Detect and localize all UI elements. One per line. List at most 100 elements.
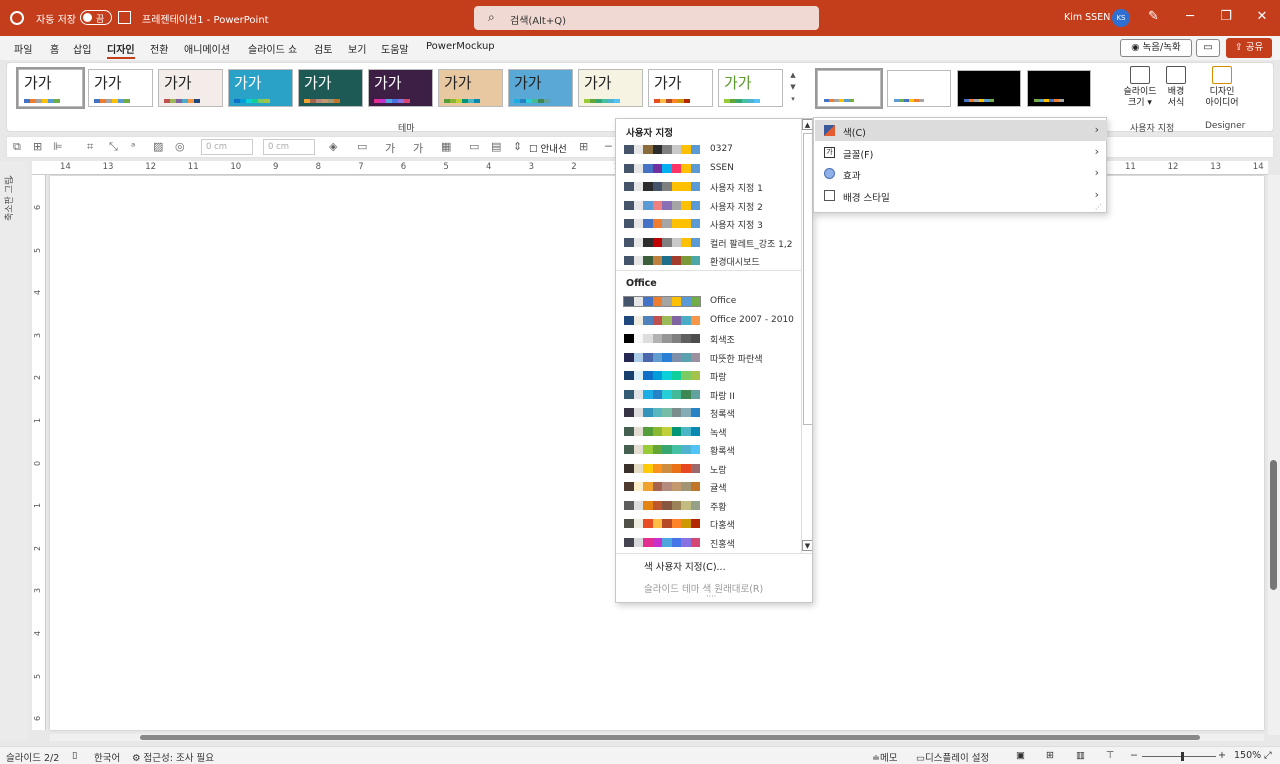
resize-icon[interactable]: ⤡ xyxy=(109,140,118,154)
crop-icon[interactable]: ⌗ xyxy=(87,140,93,154)
share-button[interactable]: ⇪ 공유 xyxy=(1226,38,1272,58)
tab-animations[interactable]: 애니메이션 xyxy=(184,41,230,56)
normal-view-icon[interactable]: ▣ xyxy=(1016,750,1025,761)
vertical-scroll-thumb[interactable] xyxy=(1270,460,1277,590)
theme-thumbnail[interactable]: 가가 xyxy=(16,67,85,109)
width-field[interactable]: 0 cm xyxy=(201,139,253,155)
shape-icon[interactable]: ◎ xyxy=(175,140,185,153)
fill-color-icon[interactable]: ◈ xyxy=(329,140,337,153)
color-palette-item[interactable]: 사용자 지정 1 xyxy=(624,180,800,195)
thumbnail-pane[interactable]: › 축소판 그림 xyxy=(0,161,28,741)
dropdown-scroll-thumb[interactable] xyxy=(803,133,812,425)
outline-icon[interactable]: ▭ xyxy=(357,140,367,153)
theme-thumbnail[interactable]: 가가 xyxy=(648,69,713,107)
submenu-item-background-styles[interactable]: 배경 스타일 › xyxy=(815,185,1107,206)
scroll-up-icon[interactable]: ▲ xyxy=(802,119,812,130)
resize-grip-icon[interactable]: ⋰ xyxy=(1095,203,1102,211)
color-palette-item[interactable]: 파랑 xyxy=(624,369,800,384)
variant-thumbnail[interactable] xyxy=(887,70,951,107)
scroll-down-icon[interactable]: ▼ xyxy=(802,540,812,551)
zoom-slider-handle[interactable] xyxy=(1181,752,1184,761)
tab-view[interactable]: 보기 xyxy=(348,41,366,56)
comment-icon[interactable]: ▭ xyxy=(1196,39,1220,57)
user-name[interactable]: Kim SSEN xyxy=(1064,12,1110,23)
pen-icon[interactable]: ✎ xyxy=(1148,9,1159,24)
color-palette-item[interactable]: 따뜻한 파란색 xyxy=(624,351,800,366)
tab-help[interactable]: 도움말 xyxy=(381,41,409,56)
table-icon[interactable]: ▤ xyxy=(491,140,501,153)
theme-thumbnail[interactable]: 가가 xyxy=(438,69,503,107)
design-ideas-button[interactable]: 디자인 아이디어 xyxy=(1202,66,1242,109)
avatar[interactable]: KS xyxy=(1112,9,1130,27)
theme-thumbnail[interactable]: 가가 xyxy=(88,69,153,107)
tab-file[interactable]: 파일 xyxy=(14,41,32,56)
tab-transitions[interactable]: 전환 xyxy=(150,41,168,56)
color-palette-item[interactable]: 황록색 xyxy=(624,443,800,458)
zoom-in-button[interactable]: + xyxy=(1218,750,1226,761)
color-palette-item[interactable]: Office 2007 - 2010 xyxy=(624,314,800,329)
color-palette-item[interactable]: SSEN xyxy=(624,162,800,177)
color-palette-item[interactable]: 노랑 xyxy=(624,462,800,477)
slideshow-icon[interactable]: ⊤ xyxy=(1106,750,1114,761)
color-palette-item[interactable]: 회색조 xyxy=(624,332,800,347)
color-palette-item[interactable]: 귤색 xyxy=(624,480,800,495)
color-palette-item[interactable]: 환경대시보드 xyxy=(624,254,800,269)
submenu-item-effects[interactable]: 효과 › xyxy=(815,163,1107,184)
theme-thumbnail[interactable]: 가가 xyxy=(298,69,363,107)
font-size-icon[interactable]: 가 xyxy=(413,140,423,156)
color-palette-item[interactable]: 컬러 팔레트_강조 1,2 xyxy=(624,236,800,251)
font-color-icon[interactable]: 가 xyxy=(385,140,395,156)
theme-gallery-scroll[interactable]: ▲ ▼ ▾ xyxy=(788,69,798,105)
submenu-item-fonts[interactable]: 가 글꼴(F) › xyxy=(815,142,1107,163)
theme-thumbnail[interactable]: 가가 xyxy=(578,69,643,107)
text-size-icon[interactable]: ᵃ xyxy=(131,140,135,153)
notes-button[interactable]: ≐메모 xyxy=(872,750,897,764)
theme-thumbnail[interactable]: 가가 xyxy=(508,69,573,107)
arrange-icon[interactable]: ▦ xyxy=(441,140,451,153)
slide-size-button[interactable]: 슬라이드 크기 ▾ xyxy=(1120,66,1160,109)
guides-checkbox[interactable]: ☐ 안내선 xyxy=(529,141,567,155)
copy-format-icon[interactable]: ⧉ xyxy=(13,140,21,154)
tab-slideshow[interactable]: 슬라이드 쇼 xyxy=(248,41,297,56)
variant-thumbnail[interactable] xyxy=(957,70,1021,107)
reading-view-icon[interactable]: ▥ xyxy=(1076,750,1085,761)
horizontal-scrollbar[interactable] xyxy=(50,734,1264,741)
theme-thumbnail[interactable]: 가가 xyxy=(228,69,293,107)
color-palette-item[interactable]: 진홍색 xyxy=(624,536,800,551)
tab-home[interactable]: 홈 xyxy=(50,41,59,56)
customize-colors-item[interactable]: 색 사용자 지정(C)... xyxy=(644,559,726,573)
tab-insert[interactable]: 삽입 xyxy=(73,41,91,56)
vertical-scrollbar[interactable] xyxy=(1268,175,1280,735)
distribute-icon[interactable]: ⇕ xyxy=(513,140,522,153)
save-icon[interactable] xyxy=(118,11,131,24)
tab-design[interactable]: 디자인 xyxy=(107,41,135,59)
horizontal-scroll-thumb[interactable] xyxy=(140,735,1200,740)
theme-thumbnail[interactable]: 가가 xyxy=(158,69,223,107)
color-palette-item[interactable]: 녹색 xyxy=(624,425,800,440)
zoom-slider[interactable] xyxy=(1142,756,1216,757)
image-icon[interactable]: ▨ xyxy=(153,140,163,153)
slide-layout-icon[interactable]: ▭ xyxy=(469,140,479,153)
display-settings-button[interactable]: ▭디스플레이 설정 xyxy=(916,750,989,764)
search-box[interactable]: ⌕ 검색(Alt+Q) xyxy=(474,6,819,30)
height-field[interactable]: 0 cm xyxy=(263,139,315,155)
slide-sorter-icon[interactable]: ⊞ xyxy=(1046,750,1054,761)
spellcheck-icon[interactable]: ▯ xyxy=(72,750,77,761)
color-palette-item[interactable]: 청록색 xyxy=(624,406,800,421)
autosave-toggle[interactable]: 끔 xyxy=(80,10,112,25)
align-icon[interactable]: ⊫ xyxy=(53,140,63,153)
accessibility-status[interactable]: ⚙ 접근성: 조사 필요 xyxy=(132,750,214,764)
resize-grip-icon[interactable]: ···· xyxy=(706,592,716,601)
color-palette-item[interactable]: 사용자 지정 3 xyxy=(624,217,800,232)
reset-theme-colors-item[interactable]: 슬라이드 테마 색 원래대로(R) xyxy=(644,581,763,595)
color-palette-item[interactable]: 사용자 지정 2 xyxy=(624,199,800,214)
grid-icon[interactable]: ⊞ xyxy=(579,140,588,153)
variant-thumbnail[interactable] xyxy=(815,68,883,109)
close-button[interactable]: ✕ xyxy=(1252,9,1272,24)
color-palette-item[interactable]: 주황 xyxy=(624,499,800,514)
theme-thumbnail[interactable]: 가가 xyxy=(368,69,433,107)
zoom-level[interactable]: 150% xyxy=(1234,750,1261,761)
color-palette-item[interactable]: 파랑 II xyxy=(624,388,800,403)
tab-review[interactable]: 검토 xyxy=(314,41,332,56)
fit-slide-icon[interactable]: ⤢ xyxy=(1264,750,1272,761)
